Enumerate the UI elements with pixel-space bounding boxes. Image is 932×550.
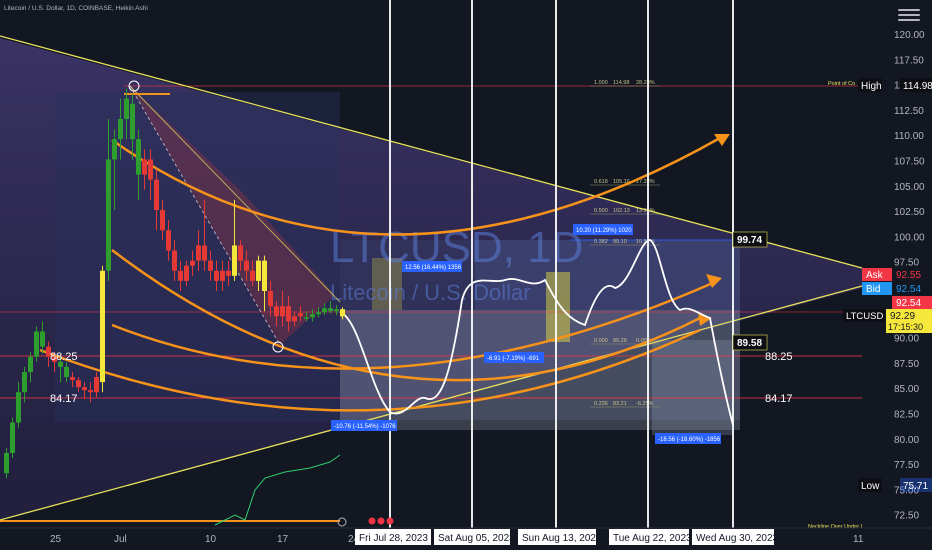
price-tick-label: 82.50 (894, 410, 919, 421)
symbol-label: LTCUSD (846, 311, 883, 322)
price-tick-label: 107.50 (894, 157, 925, 168)
measure-down-1-text: -6.91 (-7.19%) -691 (487, 356, 540, 362)
fib-value-4: 99.10 (613, 239, 627, 245)
price-tick-label: 90.00 (894, 334, 919, 345)
fib-ratio-4: 0.382 (594, 239, 608, 245)
ask-value: 92.55 (896, 270, 921, 281)
candle[interactable] (34, 326, 39, 362)
date-label-1: Fri Jul 28, 2023 (359, 533, 428, 544)
current-price: 92.29 (890, 311, 915, 322)
flag-icon (368, 517, 376, 525)
level-99-74-text: 99.74 (737, 235, 762, 246)
last-price-value: 92.54 (896, 298, 921, 309)
level-89-58-text: 89.58 (737, 338, 762, 349)
measure-up-2-text: 10.20 (11.29%) 1020 (576, 228, 632, 234)
price-tick-label: 97.50 (894, 258, 919, 269)
price-tick-label: 102.50 (894, 207, 925, 218)
measure-down-3-text: -18.56 (-18.60%) -1856 (658, 437, 721, 443)
time-tick-label: 10 (205, 534, 217, 545)
price-tick-label: 110.00 (894, 131, 924, 142)
date-label-2: Sat Aug 05, 2023 (438, 533, 515, 544)
flag-icon (386, 517, 394, 525)
time-tick-label: 11 (853, 534, 864, 545)
hamburger-menu-icon[interactable] (898, 6, 920, 22)
fib-ratio-3: 0.500 (594, 208, 608, 214)
bid-label: Bid (866, 284, 880, 295)
measure-down-2-text: -10.76 (-11.54%) -1076 (334, 424, 396, 430)
high-value: 114.98 (903, 81, 932, 92)
level-88-25-text: 88.25 (765, 351, 793, 363)
fib-value-6: 83.21 (613, 401, 627, 407)
time-tick-label: Jul (114, 534, 127, 545)
price-tick-label: 100.00 (894, 232, 925, 243)
chart-title: Litecoin / U.S. Dollar, 1D, COINBASE, He… (4, 5, 148, 12)
measure-box-yellow-2 (546, 272, 570, 342)
time-tick-label: 25 (50, 534, 62, 545)
watermark-name: Litecoin / U.S. Dollar (330, 280, 531, 305)
candle[interactable] (10, 417, 15, 458)
fib-pct-6: -6.25% (636, 401, 654, 407)
level-84-17-text: 84.17 (765, 393, 793, 405)
price-tick-label: 85.00 (894, 384, 919, 395)
price-tick-label: 112.50 (894, 106, 924, 117)
drop-zone (652, 340, 732, 435)
price-tick-label: 87.50 (894, 359, 919, 370)
left-84-17-text: 84.17 (50, 393, 78, 405)
ask-label: Ask (866, 270, 884, 281)
price-tick-label: 77.50 (894, 460, 919, 471)
fib-value-3: 102.13 (613, 208, 630, 214)
date-label-group: Fri Jul 28, 2023 Sat Aug 05, 2023 Sun Au… (355, 529, 779, 545)
bar-countdown: 17:15:30 (888, 322, 923, 332)
price-tick-label: 80.00 (894, 435, 919, 446)
fib-ratio-2: 0.618 (594, 179, 608, 185)
candle[interactable] (100, 265, 105, 393)
point-of-control-text: Point of Co (828, 81, 855, 87)
measure-up-1-text: 12.56 (16.44%) 1356 (405, 265, 462, 271)
price-tick-label: 105.00 (894, 182, 925, 193)
fib-pct-1: 28.29% (636, 80, 655, 86)
flag-icon (377, 517, 385, 525)
left-88-25-text: 88.25 (50, 351, 78, 363)
fib-ratio-1: 1.000 (594, 80, 608, 86)
fib-value-1: 114.98 (613, 80, 629, 86)
date-label-3: Sun Aug 13, 2023 (522, 533, 602, 544)
date-label-5: Wed Aug 30, 2023 (696, 533, 779, 544)
price-tick-label: 117.50 (894, 55, 924, 66)
high-label: High (861, 81, 882, 92)
fib-ratio-6: 0.236 (594, 401, 608, 407)
price-tick-label: 72.50 (894, 511, 919, 522)
fib-value-5: 89.28 (613, 338, 627, 344)
fib-ratio-5: 0.000 (594, 338, 608, 344)
bid-value: 92.54 (896, 284, 921, 295)
date-label-4: Tue Aug 22, 2023 (613, 533, 692, 544)
time-tick-label: 17 (277, 534, 289, 545)
chart-canvas[interactable]: 1.000 114.98 28.29% 0.618 105.16 17.33% 0.50… (0, 0, 932, 550)
low-value: 75.71 (903, 481, 928, 492)
low-label: Low (861, 481, 880, 492)
price-tick-label: 120.00 (894, 30, 925, 41)
